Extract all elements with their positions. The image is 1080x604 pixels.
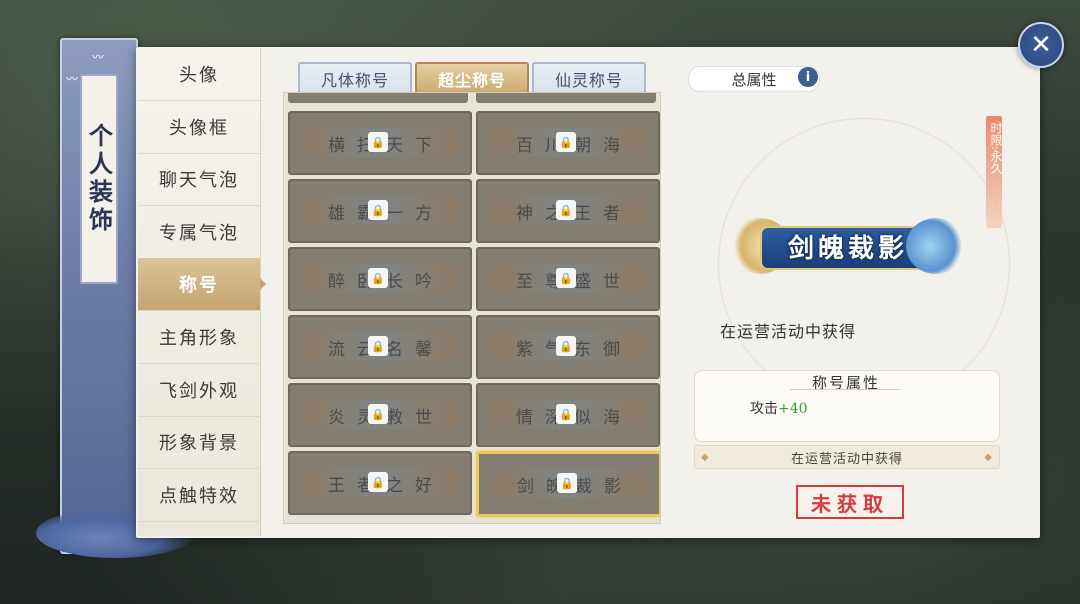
tab-transcendent-titles[interactable]: 超尘称号 bbox=[415, 62, 529, 94]
lock-icon: 🔒 bbox=[556, 268, 576, 288]
attribute-row: 攻击+40 bbox=[750, 398, 808, 418]
lock-icon: 🔒 bbox=[368, 472, 388, 492]
lock-icon: 🔒 bbox=[556, 336, 576, 356]
banner-title-plate: 个人装饰 bbox=[80, 74, 118, 284]
acquire-source-bar-text: 在运营活动中获得 bbox=[790, 451, 903, 467]
banner-title: 个人装饰 bbox=[84, 123, 114, 235]
title-card[interactable]: 紫气东御🔒 bbox=[476, 315, 660, 379]
bird-icon: 〰 bbox=[92, 50, 105, 64]
lock-icon: 🔒 bbox=[368, 404, 388, 424]
info-icon[interactable]: i bbox=[798, 67, 818, 87]
sidebar-item[interactable]: 头像框 bbox=[138, 101, 260, 154]
partial-card[interactable] bbox=[288, 93, 468, 103]
tab-mortal-titles[interactable]: 凡体称号 bbox=[298, 62, 412, 94]
selected-title-art: 剑魄裁影 bbox=[730, 218, 966, 274]
lock-icon: 🔒 bbox=[368, 132, 388, 152]
total-attributes-label: 总属性 bbox=[731, 70, 777, 89]
bird-icon: 〰 bbox=[66, 72, 79, 86]
title-banner: 〰 〰 个人装饰 bbox=[60, 38, 138, 554]
title-card[interactable]: 醉卧长吟🔒 bbox=[288, 247, 472, 311]
not-acquired-stamp: 未获取 bbox=[796, 485, 904, 519]
attribute-divider bbox=[790, 389, 900, 390]
attribute-name: 攻击 bbox=[750, 401, 778, 417]
title-card[interactable]: 横扫天下🔒 bbox=[288, 111, 472, 175]
partial-card[interactable] bbox=[476, 93, 656, 103]
sidebar-item[interactable]: 称号 bbox=[138, 258, 266, 312]
sidebar-item[interactable]: 主角形象 bbox=[138, 311, 260, 364]
selected-title-name: 剑魄裁影 bbox=[787, 233, 908, 264]
lock-icon: 🔒 bbox=[556, 404, 576, 424]
close-button[interactable]: ✕ bbox=[1018, 22, 1064, 68]
title-card[interactable]: 剑魄裁影🔒 bbox=[476, 451, 660, 517]
lock-icon: 🔒 bbox=[368, 268, 388, 288]
lock-icon: 🔒 bbox=[556, 200, 576, 220]
diamond-icon: ◆ bbox=[984, 451, 993, 463]
attribute-value: +40 bbox=[778, 401, 808, 417]
title-card[interactable]: 情深似海🔒 bbox=[476, 383, 660, 447]
sidebar-item[interactable]: 点触特效 bbox=[138, 469, 260, 522]
duration-text: 时限:永久 bbox=[989, 122, 1003, 175]
tab-immortal-titles[interactable]: 仙灵称号 bbox=[532, 62, 646, 94]
acquire-source-bar: ◆ 在运营活动中获得 ◆ bbox=[694, 445, 1000, 469]
lock-icon: 🔒 bbox=[557, 473, 577, 493]
title-card[interactable]: 炎灵救世🔒 bbox=[288, 383, 472, 447]
title-card[interactable]: 神之王者🔒 bbox=[476, 179, 660, 243]
title-grid[interactable]: 横扫天下🔒百川朝海🔒雄霸一方🔒神之王者🔒醉卧长吟🔒至尊盛世🔒流云名馨🔒紫气东御🔒… bbox=[283, 92, 661, 524]
title-card[interactable]: 王者之好🔒 bbox=[288, 451, 472, 515]
title-card[interactable]: 流云名馨🔒 bbox=[288, 315, 472, 379]
sidebar-item[interactable]: 聊天气泡 bbox=[138, 153, 260, 207]
lock-icon: 🔒 bbox=[368, 200, 388, 220]
title-card[interactable]: 至尊盛世🔒 bbox=[476, 247, 660, 311]
title-card[interactable]: 百川朝海🔒 bbox=[476, 111, 660, 175]
sidebar-item[interactable]: 专属气泡 bbox=[138, 206, 260, 259]
diamond-icon: ◆ bbox=[701, 451, 710, 463]
acquire-source-text: 在运营活动中获得 bbox=[720, 322, 857, 341]
lock-icon: 🔒 bbox=[556, 132, 576, 152]
title-card[interactable]: 雄霸一方🔒 bbox=[288, 179, 472, 243]
sidebar-item[interactable]: 飞剑外观 bbox=[138, 364, 260, 417]
sidebar-item[interactable]: 形象背景 bbox=[138, 416, 260, 470]
lock-icon: 🔒 bbox=[368, 336, 388, 356]
title-art-right-ornament bbox=[906, 218, 966, 274]
sidebar-item[interactable]: 头像 bbox=[138, 48, 260, 101]
side-menu: 头像 头像框 聊天气泡 专属气泡 称号 主角形象 飞剑外观 形象背景 点触特效 bbox=[138, 48, 266, 536]
